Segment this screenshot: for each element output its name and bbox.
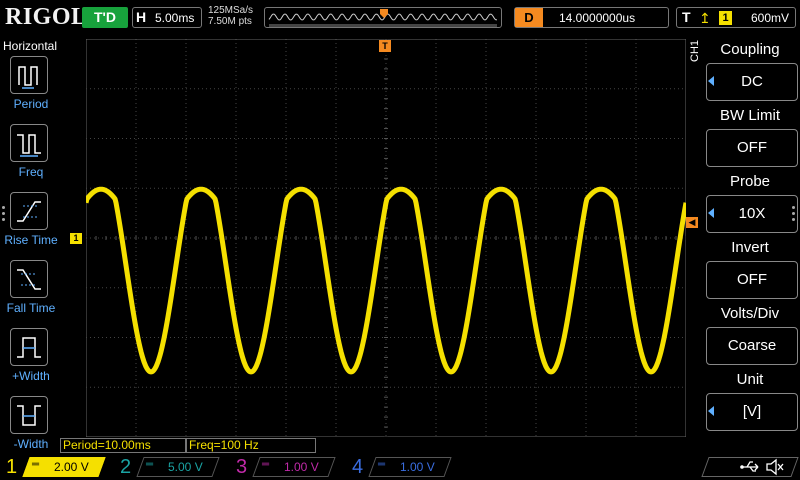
positive-width-icon: [10, 328, 48, 366]
setting-label: Invert: [731, 239, 769, 256]
memory-overview-waveform: [268, 9, 498, 27]
setting-value[interactable]: 10X: [706, 195, 798, 233]
setting-value[interactable]: OFF: [706, 261, 798, 299]
channel-number: 1: [6, 456, 18, 478]
horizontal-timebase[interactable]: H 5.00ms: [132, 7, 202, 28]
channel-4-status[interactable]: 4 ═ 1.00 V: [346, 454, 458, 480]
memory-overview-strip[interactable]: [264, 7, 502, 28]
usb-icon: [740, 461, 759, 472]
channel-scale: 5.00 V: [168, 460, 203, 474]
setting-label: Coupling: [720, 41, 780, 58]
right-menu-page-indicator: [792, 206, 795, 224]
ch1-waveform: [86, 186, 686, 375]
trigger-delay[interactable]: D 14.0000000us: [514, 7, 669, 28]
channel-menu-label: CH1: [689, 39, 701, 62]
period-icon: [10, 56, 48, 94]
acquisition-info: 125MSa/s 7.50M pts: [208, 5, 253, 27]
memory-depth: 7.50M pts: [208, 16, 252, 27]
setting-label: Probe: [729, 173, 771, 190]
fall-time-icon: [10, 260, 48, 298]
trigger-label: T: [682, 9, 691, 25]
channel-number: 2: [120, 456, 132, 478]
trigger-level-marker[interactable]: ◀: [686, 217, 698, 228]
trigger-source: 1: [719, 11, 732, 25]
channel-1-status[interactable]: 1 ═ 2.00 V: [0, 454, 112, 480]
rise-time-icon: [10, 192, 48, 230]
channel-scale: 2.00 V: [54, 460, 89, 474]
coupling-icon: ═: [262, 459, 270, 470]
left-arrow-icon: [708, 208, 714, 218]
graticule: [86, 39, 686, 437]
delay-value: 14.0000000us: [559, 11, 636, 25]
left-arrow-icon: [708, 76, 714, 86]
coupling-icon: ═: [32, 459, 40, 470]
channel-2-status[interactable]: 2 ═ 5.00 V: [114, 454, 226, 480]
trigger-position-marker[interactable]: T: [379, 40, 391, 52]
measure-item-freq[interactable]: Freq: [0, 124, 60, 191]
channel-setting-bw-limit[interactable]: BW Limit OFF: [702, 105, 798, 169]
measure-menu: Horizontal Period Freq Rise Time Fall Ti…: [0, 38, 60, 452]
measure-item-period[interactable]: Period: [0, 56, 60, 123]
channel-status-bar: 1 ═ 2.00 V 2 ═ 5.00 V 3 ═ 1.00 V 4 ═ 1.0…: [0, 454, 800, 480]
channel-scale: 1.00 V: [284, 460, 319, 474]
run-state-indicator[interactable]: T'D: [82, 7, 128, 28]
sample-rate: 125MSa/s: [208, 5, 254, 16]
setting-value[interactable]: Coarse: [706, 327, 798, 365]
channel-setting-volts-div[interactable]: Volts/Div Coarse: [702, 303, 798, 367]
channel-setting-unit[interactable]: Unit [V]: [702, 369, 798, 433]
timebase-value: 5.00ms: [155, 11, 195, 25]
channel-setting-probe[interactable]: Probe 10X: [702, 171, 798, 235]
menu-page-indicator: [2, 206, 6, 224]
coupling-icon: ═: [378, 459, 386, 470]
setting-value[interactable]: DC: [706, 63, 798, 101]
measure-item-positive-width[interactable]: +Width: [0, 328, 60, 395]
measure-item-label: Period: [13, 97, 49, 111]
measure-item-label: -Width: [13, 437, 49, 451]
measure-item-label: Freq: [18, 165, 44, 179]
delay-label: D: [515, 8, 543, 27]
horizontal-label: H: [136, 9, 147, 25]
channel-scale: 1.00 V: [400, 460, 435, 474]
waveform-display[interactable]: [86, 39, 686, 437]
rising-edge-icon: ↥: [699, 10, 711, 26]
channel-3-status[interactable]: 3 ═ 1.00 V: [230, 454, 342, 480]
brand-logo: RIGOL: [5, 4, 88, 30]
setting-value[interactable]: [V]: [706, 393, 798, 431]
negative-width-icon: [10, 396, 48, 434]
channel-number: 3: [236, 456, 248, 478]
measure-item-label: Rise Time: [4, 233, 58, 247]
measure-item-label: Fall Time: [6, 301, 56, 315]
setting-value[interactable]: OFF: [706, 129, 798, 167]
trigger-settings[interactable]: T ↥ 1 600mV: [676, 7, 796, 28]
measurement-freq: Freq=100 Hz: [186, 438, 316, 453]
channel-setting-coupling[interactable]: Coupling DC: [702, 39, 798, 103]
menu-title: Horizontal: [3, 39, 58, 53]
measurement-period: Period=10.00ms: [60, 438, 186, 453]
measure-item-fall-time[interactable]: Fall Time: [0, 260, 60, 327]
measure-item-rise-time[interactable]: Rise Time: [0, 192, 60, 259]
measure-item-negative-width[interactable]: -Width: [0, 396, 60, 463]
frequency-icon: [10, 124, 48, 162]
left-arrow-icon: [708, 406, 714, 416]
setting-label: Unit: [736, 371, 764, 388]
channel-setting-invert[interactable]: Invert OFF: [702, 237, 798, 301]
mute-icon[interactable]: [765, 458, 785, 476]
trigger-level: 600mV: [751, 11, 790, 25]
ch1-offset-marker[interactable]: 1: [70, 233, 82, 244]
setting-label: Volts/Div: [720, 305, 780, 322]
setting-label: BW Limit: [720, 107, 780, 124]
memory-trigger-marker: [380, 9, 388, 18]
coupling-icon: ═: [146, 459, 154, 470]
measure-item-label: +Width: [12, 369, 50, 383]
channel-number: 4: [352, 456, 364, 478]
top-status-bar: RIGOL T'D H 5.00ms 125MSa/s 7.50M pts D …: [0, 0, 800, 36]
